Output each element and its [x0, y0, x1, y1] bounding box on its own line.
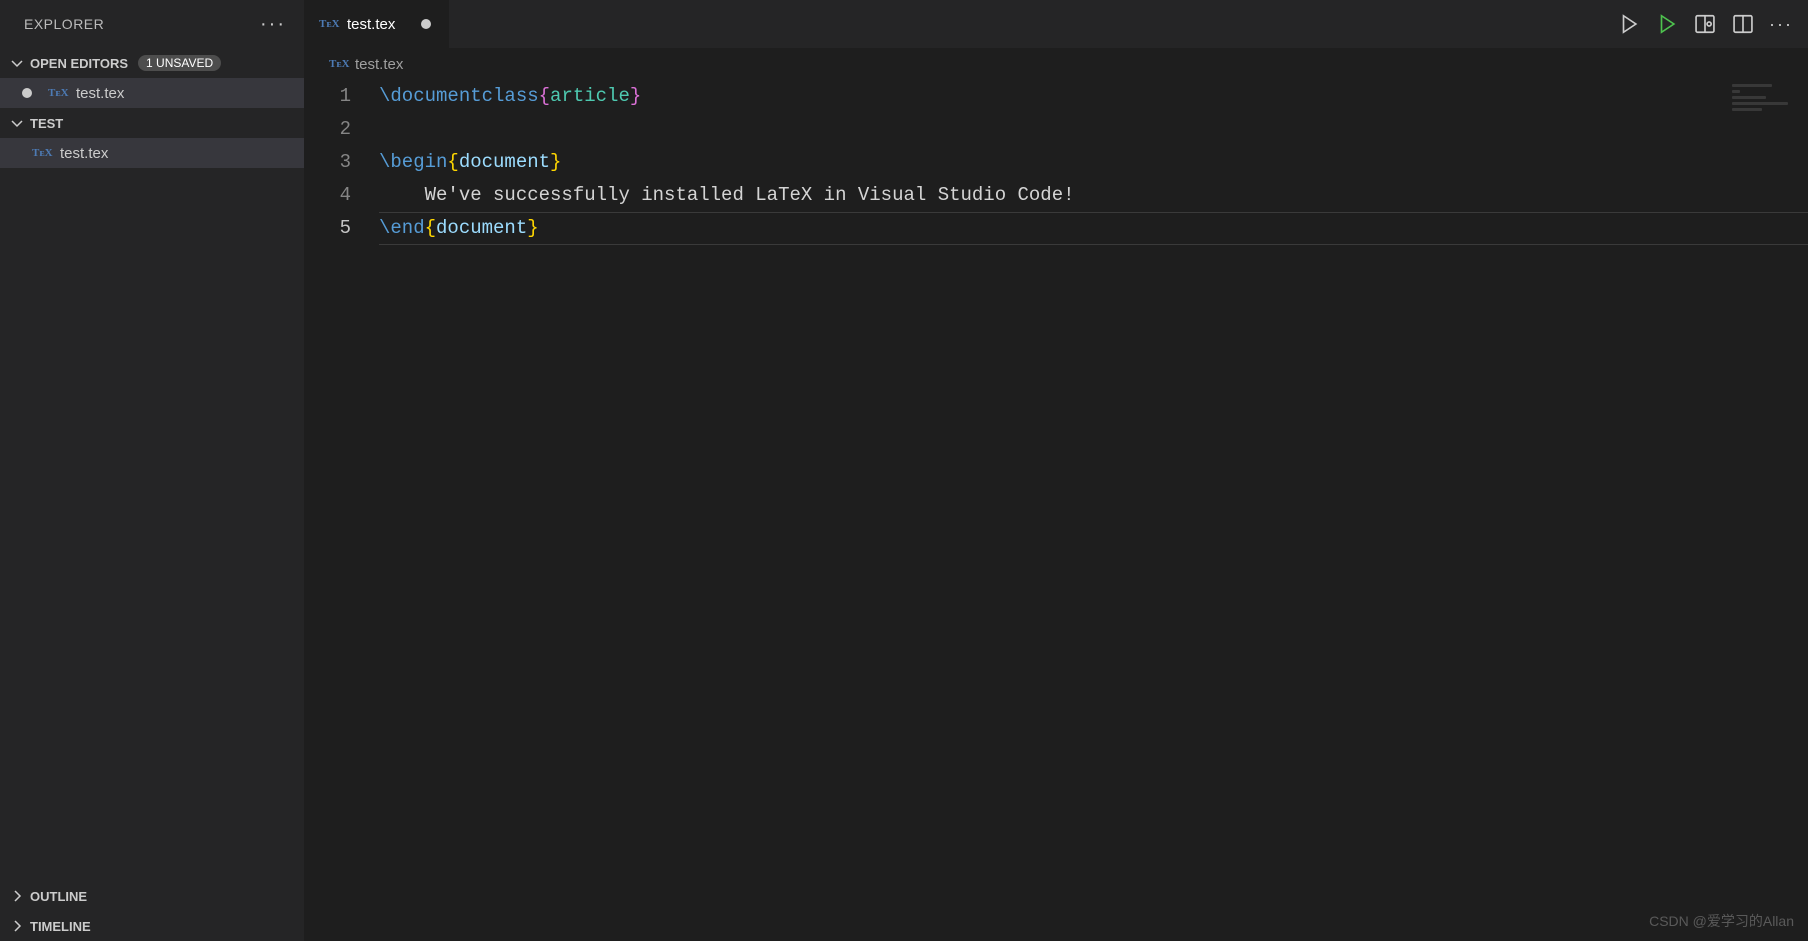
- code-line: \begin{document}: [379, 146, 1808, 179]
- code-content[interactable]: \documentclass{article} \begin{document}…: [379, 80, 1808, 941]
- timeline-header[interactable]: TIMELINE: [0, 911, 304, 941]
- explorer-sidebar: EXPLORER ··· OPEN EDITORS 1 UNSAVED TᴇX …: [0, 0, 305, 941]
- preview-side-icon[interactable]: [1694, 13, 1716, 35]
- line-number-gutter: 1 2 3 4 5: [305, 80, 379, 941]
- folder-header[interactable]: TEST: [0, 108, 304, 138]
- dirty-indicator-icon: [421, 19, 431, 29]
- code-line: [379, 113, 1808, 146]
- explorer-header: EXPLORER ···: [0, 0, 304, 48]
- tex-file-icon: TᴇX: [48, 87, 68, 99]
- line-number: 3: [305, 146, 351, 179]
- outline-label: OUTLINE: [30, 889, 87, 904]
- minimap[interactable]: [1732, 84, 1792, 114]
- watermark: CSDN @爱学习的Allan: [1649, 911, 1794, 931]
- tab-filename: test.tex: [347, 16, 395, 33]
- main-area: TᴇX test.tex ··· TᴇX test.tex: [305, 0, 1808, 941]
- more-icon[interactable]: ···: [260, 13, 286, 36]
- chevron-right-icon: [8, 917, 26, 935]
- open-editors-label: OPEN EDITORS: [30, 56, 128, 71]
- chevron-down-icon: [8, 54, 26, 72]
- more-actions-icon[interactable]: ···: [1770, 13, 1792, 35]
- build-icon[interactable]: [1656, 13, 1678, 35]
- code-line: \end{document}: [379, 212, 1808, 245]
- dirty-indicator-icon: [22, 88, 32, 98]
- tab-bar: TᴇX test.tex ···: [305, 0, 1808, 48]
- open-editor-item[interactable]: TᴇX test.tex: [0, 78, 304, 108]
- tex-file-icon: TᴇX: [32, 147, 52, 159]
- line-number: 4: [305, 179, 351, 212]
- tex-file-icon: TᴇX: [319, 18, 339, 30]
- line-number: 1: [305, 80, 351, 113]
- file-tree-filename: test.tex: [60, 145, 108, 162]
- breadcrumb-file: test.tex: [355, 56, 403, 73]
- file-tree-item[interactable]: TᴇX test.tex: [0, 138, 304, 168]
- timeline-label: TIMELINE: [30, 919, 91, 934]
- unsaved-badge: 1 UNSAVED: [138, 55, 221, 71]
- split-editor-icon[interactable]: [1732, 13, 1754, 35]
- explorer-title: EXPLORER: [24, 16, 104, 32]
- line-number: 2: [305, 113, 351, 146]
- breadcrumb[interactable]: TᴇX test.tex: [305, 48, 1808, 80]
- code-editor[interactable]: 1 2 3 4 5 \documentclass{article} \begin…: [305, 80, 1808, 941]
- code-line: \documentclass{article}: [379, 80, 1808, 113]
- editor-tab[interactable]: TᴇX test.tex: [305, 0, 450, 48]
- open-editor-filename: test.tex: [76, 85, 124, 102]
- line-number: 5: [305, 212, 351, 245]
- folder-label: TEST: [30, 116, 63, 131]
- run-icon[interactable]: [1618, 13, 1640, 35]
- outline-header[interactable]: OUTLINE: [0, 881, 304, 911]
- code-line: We've successfully installed LaTeX in Vi…: [379, 179, 1808, 212]
- chevron-down-icon: [8, 114, 26, 132]
- tex-file-icon: TᴇX: [329, 58, 349, 70]
- editor-actions: ···: [1618, 13, 1808, 35]
- chevron-right-icon: [8, 887, 26, 905]
- open-editors-header[interactable]: OPEN EDITORS 1 UNSAVED: [0, 48, 304, 78]
